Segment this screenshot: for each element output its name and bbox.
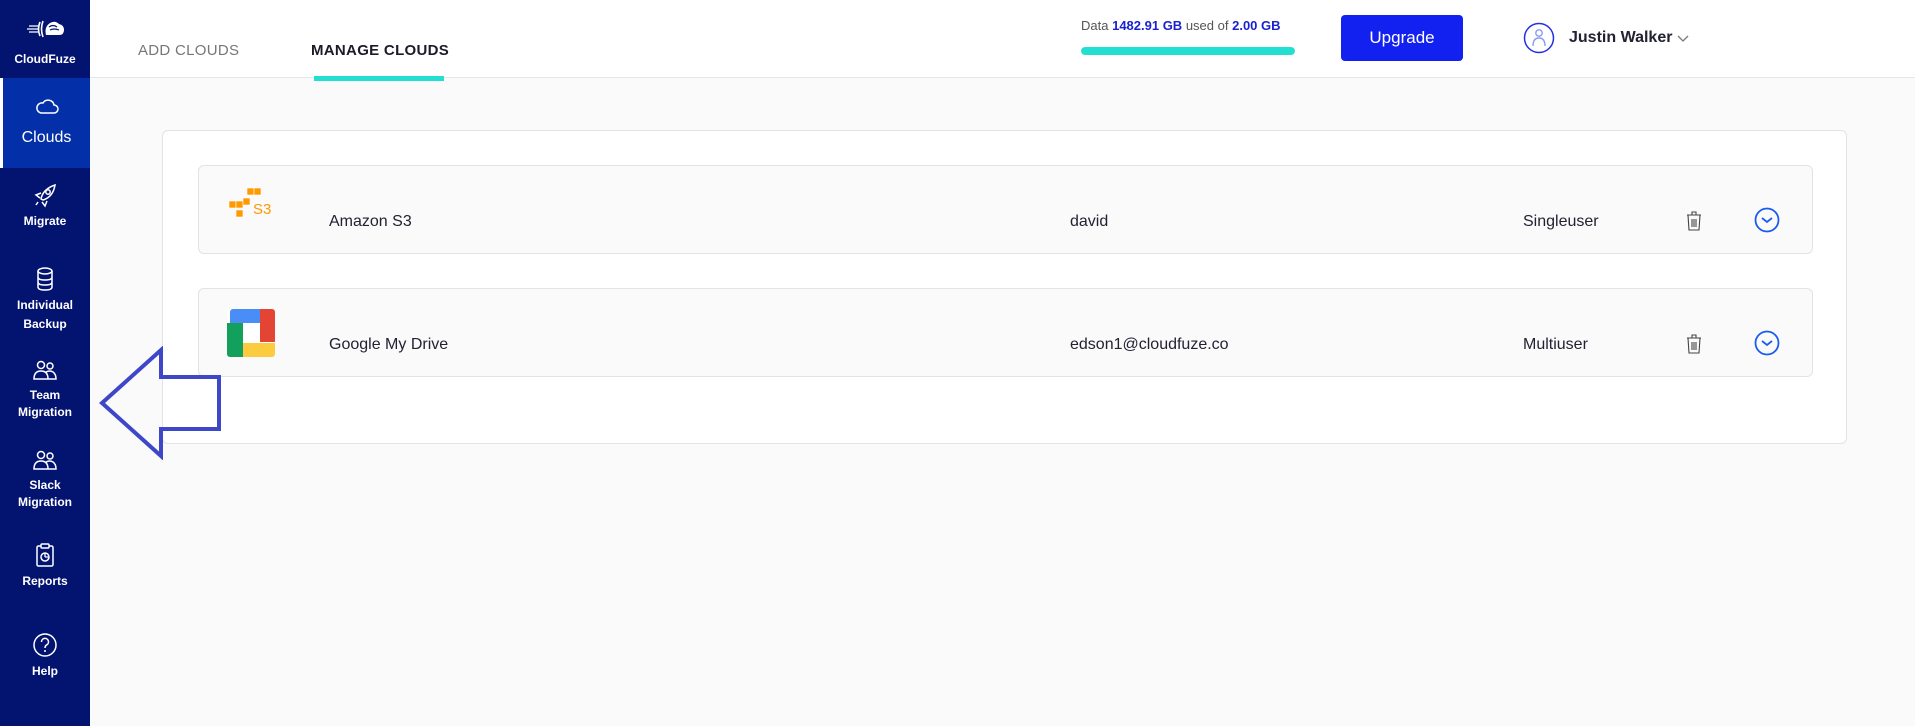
cloudfuze-logo-icon xyxy=(27,20,64,38)
sidebar-item-slack-migration[interactable]: Slack Migration xyxy=(0,447,90,511)
manage-clouds-panel: S3 Amazon S3 david Singleuser Google My … xyxy=(162,130,1847,444)
svg-text:S3: S3 xyxy=(253,201,271,218)
sidebar-item-label: Migrate xyxy=(23,214,67,228)
sidebar-item-reports[interactable]: Reports xyxy=(0,542,90,591)
expand-chevron-icon[interactable] xyxy=(1754,207,1780,233)
sidebar-item-team-migration[interactable]: Team Migration xyxy=(0,357,90,421)
user-name: Justin Walker xyxy=(1569,29,1673,46)
sidebar-item-label: Clouds xyxy=(21,129,72,146)
cloud-row: Google My Drive edson1@cloudfuze.co Mult… xyxy=(198,288,1813,377)
cloud-name: Google My Drive xyxy=(329,336,449,353)
sidebar-item-label: Individual Backup xyxy=(16,298,73,331)
tab-manage-clouds[interactable]: MANAGE CLOUDS xyxy=(311,42,449,59)
cloud-name: Amazon S3 xyxy=(329,213,412,230)
google-drive-logo-icon xyxy=(227,309,275,357)
brand-label: CloudFuze xyxy=(14,52,76,66)
active-tab-indicator xyxy=(314,76,444,81)
used-storage: 1482.91 GB xyxy=(1112,18,1183,33)
cloud-icon xyxy=(35,99,59,114)
rocket-icon xyxy=(34,183,56,208)
sidebar-item-clouds[interactable]: Clouds xyxy=(0,78,90,168)
clipboard-report-icon xyxy=(36,543,54,567)
storage-usage-bar xyxy=(1081,47,1295,55)
sidebar-item-help[interactable]: Help xyxy=(0,632,90,681)
sidebar-item-label: Slack Migration xyxy=(18,478,72,509)
cloud-user-type: Singleuser xyxy=(1523,213,1599,230)
help-circle-icon xyxy=(33,633,57,657)
trash-icon[interactable] xyxy=(1685,333,1703,355)
cloud-user-type: Multiuser xyxy=(1523,336,1588,353)
chevron-down-icon xyxy=(1677,35,1689,42)
sidebar-item-label: Reports xyxy=(22,574,68,588)
total-storage: 2.00 GB xyxy=(1232,18,1281,33)
users-icon xyxy=(33,360,57,380)
sidebar-item-label: Help xyxy=(31,664,58,678)
sidebar-item-individual-backup[interactable]: Individual Backup xyxy=(0,266,90,334)
sidebar: CloudFuze Clouds Migrate Individual Back… xyxy=(0,0,90,726)
sidebar-item-label: Team Migration xyxy=(18,388,72,419)
upgrade-button[interactable]: Upgrade xyxy=(1341,15,1463,61)
storage-usage-fill xyxy=(1081,47,1295,55)
sidebar-item-migrate[interactable]: Migrate xyxy=(0,182,90,231)
user-menu[interactable]: Justin Walker xyxy=(1523,21,1690,55)
brand[interactable]: CloudFuze xyxy=(0,0,90,78)
cloud-account: edson1@cloudfuze.co xyxy=(1070,336,1229,353)
amazon-s3-logo-icon: S3 xyxy=(228,187,271,218)
annotation-arrow-icon xyxy=(99,346,221,460)
cloud-row: S3 Amazon S3 david Singleuser xyxy=(198,165,1813,254)
expand-chevron-icon[interactable] xyxy=(1754,330,1780,356)
users-icon xyxy=(33,450,57,470)
top-header: ADD CLOUDS MANAGE CLOUDS Data 1482.91 GB… xyxy=(90,0,1915,81)
trash-icon[interactable] xyxy=(1685,210,1703,232)
user-avatar-icon xyxy=(1523,22,1555,54)
database-icon xyxy=(37,267,53,291)
cloud-account: david xyxy=(1070,213,1109,230)
storage-usage-text: Data 1482.91 GB used of 2.00 GB xyxy=(1081,18,1281,33)
tab-add-clouds[interactable]: ADD CLOUDS xyxy=(138,42,239,59)
